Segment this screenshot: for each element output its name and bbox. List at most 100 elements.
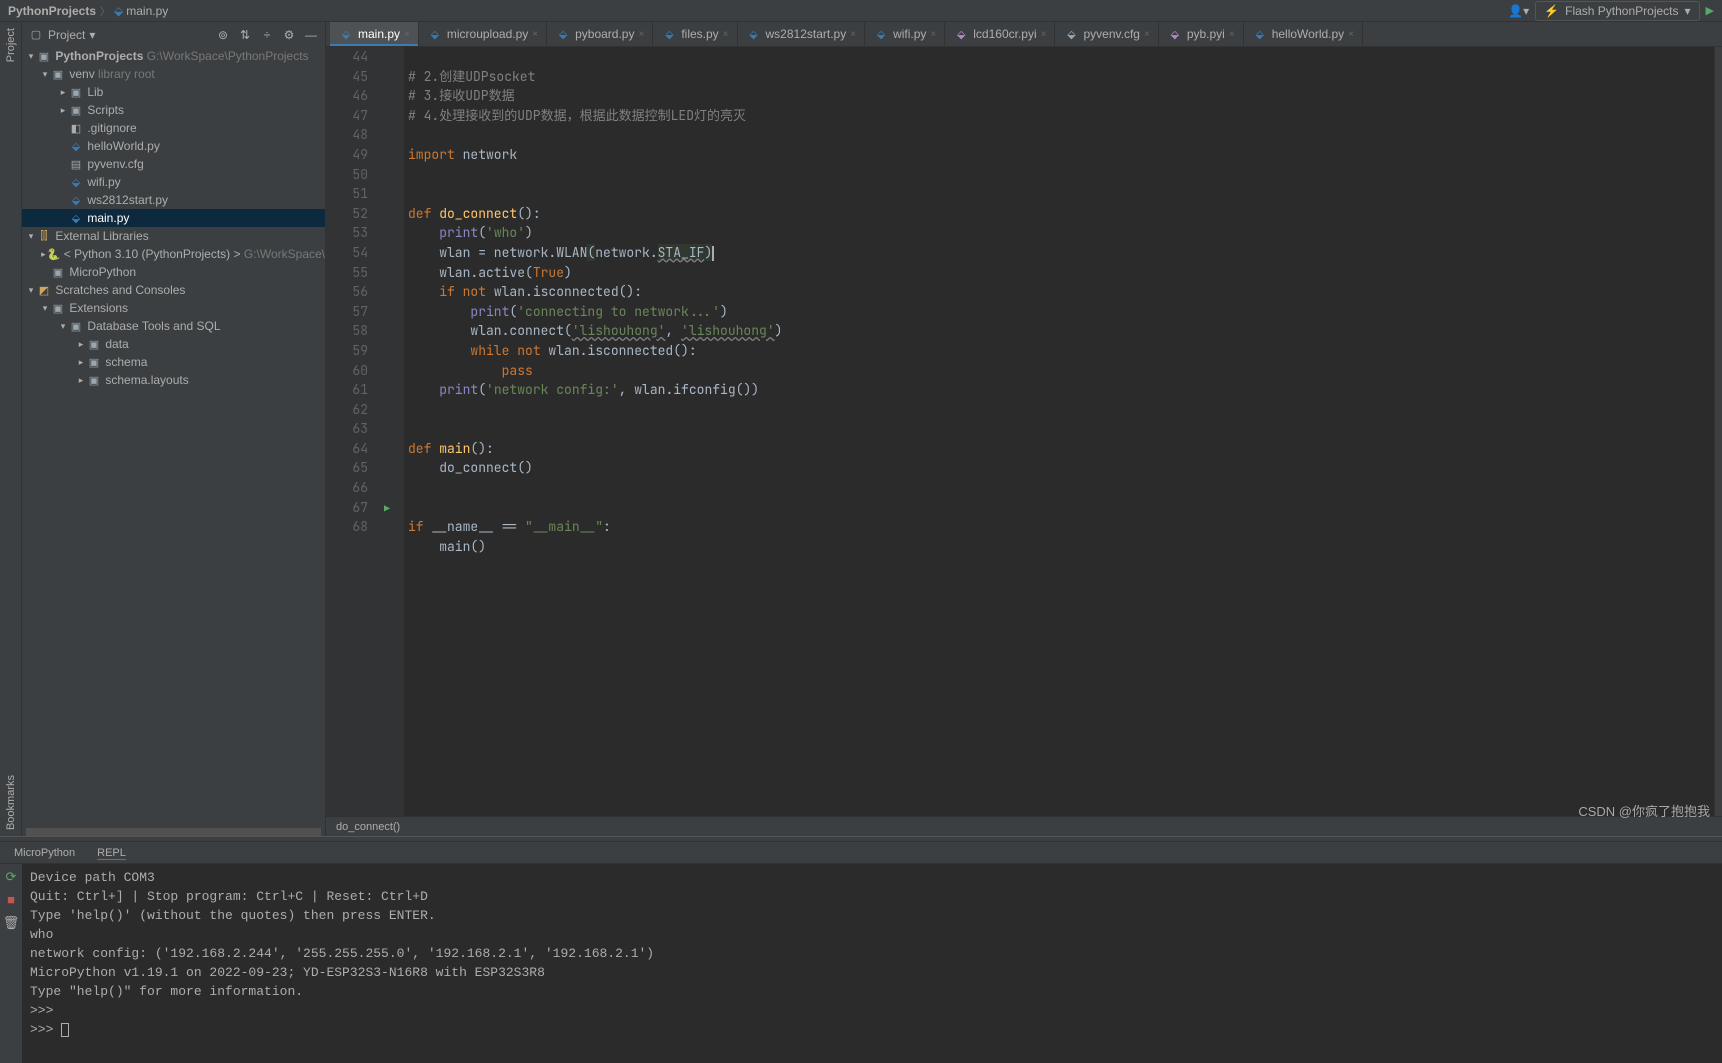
navigation-bar: PythonProjects 〉 ⬙ main.py 👤▾ ⚡ Flash Py… xyxy=(0,0,1722,22)
project-icon: ▢ xyxy=(28,28,44,41)
tree-item[interactable]: Extensions xyxy=(69,301,128,315)
watermark: CSDN @你疯了抱抱我 xyxy=(1578,801,1710,820)
locate-icon[interactable]: ⊚ xyxy=(215,28,231,42)
project-root[interactable]: PythonProjects xyxy=(55,49,143,63)
tab-label: helloWorld.py xyxy=(1272,27,1344,41)
editor-tab[interactable]: ⬙files.py× xyxy=(653,22,737,46)
python-file-icon: ⬙ xyxy=(114,4,123,18)
tree-item[interactable]: pyvenv.cfg xyxy=(87,157,143,171)
tree-item[interactable]: Scratches and Consoles xyxy=(55,283,185,297)
editor-tab[interactable]: ⬙wifi.py× xyxy=(865,22,945,46)
python-file-icon: ⬙ xyxy=(68,176,84,189)
expand-all-icon[interactable]: ⇅ xyxy=(237,28,253,42)
gear-icon[interactable]: ⚙ xyxy=(281,28,297,42)
py-file-icon: ⬙ xyxy=(661,28,677,41)
tool-window-project[interactable]: Project xyxy=(5,22,17,68)
tree-item[interactable]: Lib xyxy=(87,85,103,99)
refresh-icon[interactable]: ⟳ xyxy=(6,868,17,887)
users-icon[interactable]: 👤▾ xyxy=(1508,4,1529,18)
editor-tab[interactable]: ⬙main.py× xyxy=(330,22,419,46)
run-button[interactable]: ▶ xyxy=(1706,4,1714,17)
breadcrumb-file[interactable]: main.py xyxy=(126,4,168,18)
code-content[interactable]: # 2.创建UDPsocket # 3.接收UDP数据 # 4.处理接收到的UD… xyxy=(404,47,1714,816)
libraries-icon: ⫿⫿ xyxy=(36,230,52,243)
python-sdk-icon: 🐍 xyxy=(47,248,61,261)
tree-item[interactable]: ws2812start.py xyxy=(87,193,168,207)
stop-icon[interactable]: ■ xyxy=(7,891,15,910)
close-icon[interactable]: × xyxy=(1041,29,1047,40)
python-file-icon: ⬙ xyxy=(68,140,84,153)
py-file-icon: ⬙ xyxy=(1252,28,1268,41)
editor-tab[interactable]: ⬙ ws2812start.py× xyxy=(738,22,866,46)
editor-tab[interactable]: ⬙ lcd160cr.pyi × xyxy=(945,22,1055,46)
tab-label: ws2812start.py xyxy=(766,27,847,41)
pyi-file-icon: ⬙ xyxy=(953,28,969,41)
tab-repl[interactable]: REPL xyxy=(91,845,132,861)
folder-icon: ▣ xyxy=(50,302,66,315)
breadcrumb-root[interactable]: PythonProjects xyxy=(8,4,96,18)
run-config-label: Flash PythonProjects xyxy=(1565,4,1678,18)
tree-item[interactable]: External Libraries xyxy=(55,229,148,243)
tree-item[interactable]: .gitignore xyxy=(87,121,136,135)
close-icon[interactable]: × xyxy=(723,29,729,40)
py-file-icon: ⬙ xyxy=(746,28,762,41)
code-editor[interactable]: 4445464748495051525354555657585960616263… xyxy=(326,47,1722,816)
py-file-icon: ⬙ xyxy=(427,28,443,41)
run-line-icon[interactable]: ▶ xyxy=(384,499,390,519)
tree-item[interactable]: < Python 3.10 (PythonProjects) > xyxy=(64,247,241,261)
folder-icon: ▣ xyxy=(36,50,52,63)
close-icon[interactable]: × xyxy=(1348,29,1354,40)
tree-item[interactable]: wifi.py xyxy=(87,175,120,189)
py-file-icon: ⬙ xyxy=(555,28,571,41)
breadcrumb[interactable]: PythonProjects 〉 ⬙ main.py xyxy=(8,3,1508,18)
close-icon[interactable]: × xyxy=(930,29,936,40)
editor-tab[interactable]: ⬙ pyboard.py × xyxy=(547,22,653,46)
scrollbar[interactable] xyxy=(26,828,321,836)
tree-item[interactable]: Database Tools and SQL xyxy=(87,319,220,333)
close-icon[interactable]: × xyxy=(1144,29,1150,40)
editor-tab[interactable]: ⬙ microupload.py × xyxy=(419,22,547,46)
tree-item[interactable]: schema.layouts xyxy=(105,373,188,387)
panel-title: Project xyxy=(48,28,85,42)
folder-icon: ▣ xyxy=(86,356,102,369)
folder-icon: ▣ xyxy=(50,68,66,81)
line-gutter: 4445464748495051525354555657585960616263… xyxy=(326,47,380,816)
delete-icon[interactable]: 🗑 xyxy=(3,914,20,933)
project-tree[interactable]: ▾▣ PythonProjects G:\WorkSpace\PythonPro… xyxy=(22,47,325,828)
flash-icon: ⚡ xyxy=(1544,4,1559,18)
collapse-all-icon[interactable]: ÷ xyxy=(259,28,275,42)
cursor xyxy=(61,1023,69,1037)
editor-tab[interactable]: ⬙pyb.pyi× xyxy=(1159,22,1244,46)
cfg-file-icon: ▤ xyxy=(68,158,84,171)
close-icon[interactable]: × xyxy=(1229,29,1235,40)
tree-item-selected[interactable]: main.py xyxy=(87,211,129,225)
tree-item[interactable]: data xyxy=(105,337,128,351)
close-icon[interactable]: × xyxy=(532,29,538,40)
terminal-output[interactable]: Device path COM3 Quit: Ctrl+] | Stop pro… xyxy=(22,864,1722,1063)
editor-breadcrumb[interactable]: do_connect() xyxy=(326,816,1722,836)
python-file-icon: ⬙ xyxy=(68,212,84,225)
tab-label: microupload.py xyxy=(447,27,528,41)
tab-micropython[interactable]: MicroPython xyxy=(8,845,81,861)
folder-icon: ▣ xyxy=(68,320,84,333)
editor-tab[interactable]: ⬙pyvenv.cfg× xyxy=(1055,22,1158,46)
tab-label: pyboard.py xyxy=(575,27,634,41)
tree-item[interactable]: venv xyxy=(69,67,94,81)
tree-item[interactable]: Scripts xyxy=(87,103,124,117)
run-configuration-combo[interactable]: ⚡ Flash PythonProjects ▾ xyxy=(1535,1,1699,21)
chevron-right-icon: 〉 xyxy=(100,3,110,18)
editor-scrollbar[interactable] xyxy=(1714,47,1722,816)
close-icon[interactable]: × xyxy=(638,29,644,40)
editor-tab[interactable]: ⬙ helloWorld.py × xyxy=(1244,22,1363,46)
tree-item[interactable]: MicroPython xyxy=(69,265,136,279)
close-icon[interactable]: × xyxy=(850,29,856,40)
close-icon[interactable]: × xyxy=(404,29,410,40)
chevron-down-icon[interactable]: ▾ xyxy=(89,28,95,42)
tab-label: lcd160cr.pyi xyxy=(973,27,1036,41)
tree-item[interactable]: schema xyxy=(105,355,147,369)
tree-item[interactable]: helloWorld.py xyxy=(87,139,159,153)
hide-icon[interactable]: — xyxy=(303,28,319,42)
tool-window-bookmarks[interactable]: Bookmarks xyxy=(5,769,17,836)
folder-icon: ▣ xyxy=(86,338,102,351)
terminal-panel: ⟳ ■ 🗑 Device path COM3 Quit: Ctrl+] | St… xyxy=(0,863,1722,1063)
